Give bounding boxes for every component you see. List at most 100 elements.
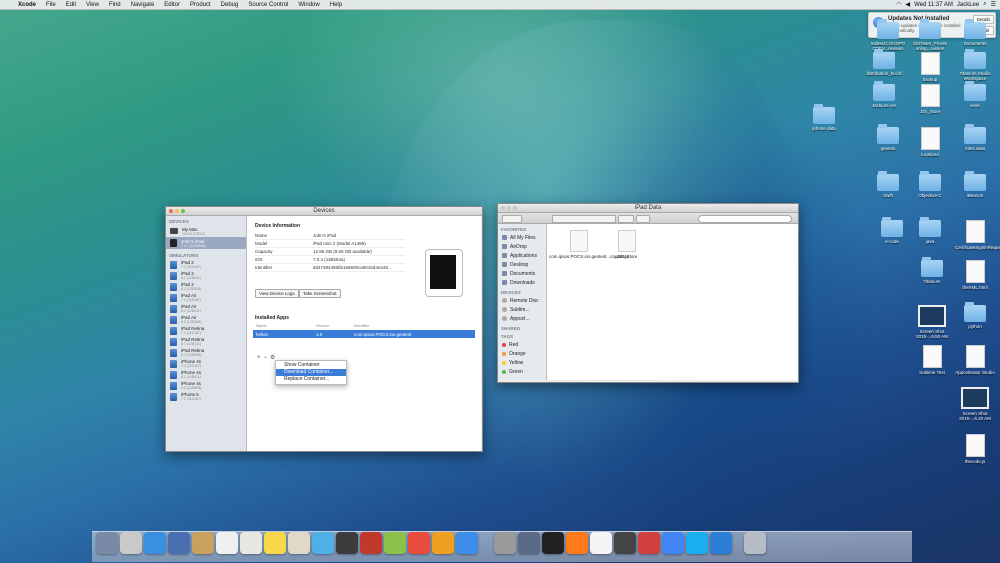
desktop-icon-img[interactable]: Screen Shot 2015-...6.20 AM — [955, 387, 995, 421]
user-menu[interactable]: JackLee — [957, 2, 979, 8]
dock-app-icon[interactable] — [264, 532, 286, 554]
menu-find[interactable]: Find — [109, 2, 121, 8]
dock-app-icon[interactable] — [590, 532, 612, 554]
simulator-item[interactable]: iPad Retina 8.2 (12D508) — [166, 347, 246, 358]
zoom-icon[interactable] — [181, 209, 185, 213]
simulator-item[interactable]: iPhone 4s 8.2 (12D508) — [166, 380, 246, 391]
simulator-item[interactable]: iPad Air 8.2 (12D508) — [166, 314, 246, 325]
close-icon[interactable] — [169, 209, 173, 213]
spotlight-icon[interactable]: ⌕ — [983, 1, 986, 8]
finder-device-item[interactable]: Sublim... — [498, 305, 546, 314]
col-version[interactable]: Version — [316, 323, 354, 329]
menu-show-container[interactable]: Show Container — [276, 362, 346, 369]
desktop-icon-folder[interactable]: Sites alias — [955, 124, 995, 151]
desktop-icon-folder[interactable]: iphone data — [804, 104, 844, 131]
dock-app-icon[interactable] — [336, 532, 358, 554]
favorite-item[interactable]: Documents — [498, 269, 546, 278]
devices-titlebar[interactable]: Devices — [166, 207, 482, 216]
dock-app-icon[interactable] — [456, 532, 478, 554]
menu-edit[interactable]: Edit — [66, 2, 76, 8]
menu-editor[interactable]: Editor — [164, 2, 180, 8]
desktop-icon-folder[interactable]: Titanium — [912, 257, 952, 284]
device-item-johns-ipad[interactable]: John's iPad 7.0.4 (11B554a) — [166, 237, 246, 249]
minimize-icon[interactable] — [507, 206, 511, 210]
menu-source-control[interactable]: Source Control — [248, 2, 288, 8]
menu-replace-container[interactable]: Replace Container... — [276, 376, 346, 383]
favorite-item[interactable]: All My Files — [498, 233, 546, 242]
simulator-item[interactable]: iPad 2 8.1 (12B411) — [166, 270, 246, 281]
dock-app-icon[interactable] — [638, 532, 660, 554]
desktop-icon-folder[interactable]: python — [955, 302, 995, 329]
dock-app-icon[interactable] — [384, 532, 406, 554]
favorite-item[interactable]: Applications — [498, 251, 546, 260]
tag-item[interactable]: Red — [498, 340, 546, 349]
desktop-icon-folder[interactable]: geotest — [868, 124, 908, 151]
dock-app-icon[interactable] — [96, 532, 118, 554]
desktop-icon-folder[interactable]: Swift — [868, 171, 908, 198]
desktop-icon-folder[interactable]: work — [955, 81, 995, 108]
device-item-my-mac[interactable]: My Mac 10.9.5 (13F34) — [166, 225, 246, 237]
minimize-icon[interactable] — [175, 209, 179, 213]
menu-view[interactable]: View — [86, 2, 99, 8]
desktop-icon-folder[interactable]: Titanium Studio Workspace — [955, 49, 995, 81]
menu-file[interactable]: File — [46, 2, 56, 8]
desktop-icon-doc[interactable]: .DS_Store — [910, 84, 950, 114]
desktop-icon-doc[interactable]: theXML.html — [955, 260, 995, 290]
favorite-item[interactable]: Downloads — [498, 278, 546, 287]
desktop-icon-folder[interactable]: distribution_bui ld — [864, 49, 904, 76]
dock-app-icon[interactable] — [288, 532, 310, 554]
dock-app-icon[interactable] — [408, 532, 430, 554]
menu-help[interactable]: Help — [330, 2, 342, 8]
favorite-item[interactable]: AirDrop — [498, 242, 546, 251]
trash-icon[interactable] — [744, 532, 766, 554]
dock-app-icon[interactable] — [120, 532, 142, 554]
wifi-icon[interactable]: ◠ — [896, 1, 901, 8]
dock-app-icon[interactable] — [566, 532, 588, 554]
action-button[interactable] — [618, 215, 634, 223]
back-forward-buttons[interactable] — [502, 215, 522, 223]
app-row-helios[interactable]: helios 1.0 com.ipsos.POCS.ios.geotest — [253, 330, 475, 338]
desktop-icon-doc[interactable]: Sublime Text — [912, 345, 952, 375]
menu-window[interactable]: Window — [298, 2, 319, 8]
dock-app-icon[interactable] — [192, 532, 214, 554]
volume-icon[interactable]: ◀ — [905, 1, 910, 8]
simulator-item[interactable]: iPad Air 8.1 (12B411) — [166, 303, 246, 314]
desktop-icon-folder[interactable]: IndirectCOGSPO CDEV...revision — [868, 19, 908, 51]
dock-app-icon[interactable] — [710, 532, 732, 554]
clock[interactable]: Wed 11:37 AM — [914, 2, 953, 8]
desktop-icon-doc[interactable]: CertificateSigninRequest — [955, 220, 1000, 250]
simulator-item[interactable]: iPhone 4s 7.1 (11D167) — [166, 358, 246, 369]
simulator-item[interactable]: iPad 2 8.2 (12D508) — [166, 281, 246, 292]
simulator-item[interactable]: iPad Air 7.1 (11D167) — [166, 292, 246, 303]
tag-item[interactable]: Orange — [498, 349, 546, 358]
app-menu[interactable]: Xcode — [18, 2, 36, 8]
finder-device-item[interactable]: Appcel... — [498, 314, 546, 323]
desktop-icon-folder[interactable]: iBeacon — [955, 171, 995, 198]
notification-center-icon[interactable]: ☰ — [991, 1, 996, 8]
simulator-item[interactable]: iPad Retina 8.1 (12B411) — [166, 336, 246, 347]
desktop-icon-doc[interactable]: localized — [910, 127, 950, 157]
view-device-logs-button[interactable]: View Device Logs — [255, 289, 299, 298]
menu-product[interactable]: Product — [190, 2, 211, 8]
search-input[interactable] — [698, 215, 792, 223]
dock-app-icon[interactable] — [168, 532, 190, 554]
tag-item[interactable]: Yellow — [498, 358, 546, 367]
simulator-item[interactable]: iPad Retina 7.1 (11D167) — [166, 325, 246, 336]
share-button[interactable] — [636, 215, 650, 223]
dock-app-icon[interactable] — [662, 532, 684, 554]
dock-app-icon[interactable] — [432, 532, 454, 554]
desktop-icon-doc[interactable]: backup — [910, 52, 950, 82]
desktop-icon-folder[interactable]: Objective-C — [910, 171, 950, 198]
zoom-icon[interactable] — [513, 206, 517, 210]
dock-app-icon[interactable] — [144, 532, 166, 554]
take-screenshot-button[interactable]: Take Screenshot — [299, 289, 341, 298]
favorite-item[interactable]: Desktop — [498, 260, 546, 269]
desktop-icon-folder[interactable]: java — [910, 217, 950, 244]
file-ds-store[interactable]: .DS_Store — [597, 230, 657, 259]
col-name[interactable]: Name — [253, 323, 316, 329]
dock-app-icon[interactable] — [312, 532, 334, 554]
desktop-icon-folder[interactable]: iOSTeam_Provisi oning...ovision — [910, 19, 950, 51]
tag-item[interactable]: Green — [498, 367, 546, 376]
dock-app-icon[interactable] — [686, 532, 708, 554]
menu-debug[interactable]: Debug — [221, 2, 239, 8]
